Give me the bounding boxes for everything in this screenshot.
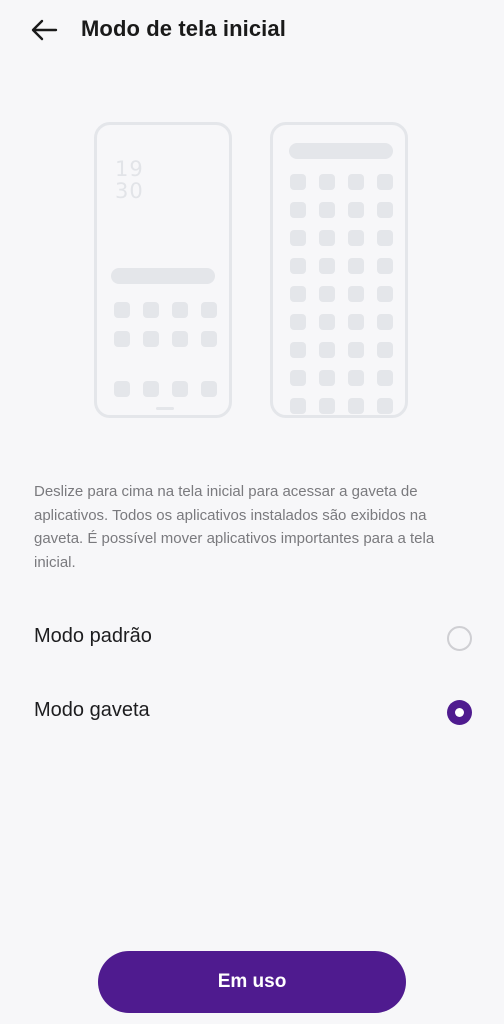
option-label: Modo padrão	[34, 625, 152, 647]
app-icon-placeholder	[377, 286, 393, 302]
app-icon-placeholder	[377, 314, 393, 330]
app-icon-placeholder	[348, 342, 364, 358]
app-icon-placeholder	[377, 342, 393, 358]
option-default-mode[interactable]: Modo padrão	[0, 610, 504, 666]
app-icon-placeholder	[114, 302, 130, 318]
app-icon-placeholder	[319, 286, 335, 302]
search-bar-placeholder	[289, 143, 393, 159]
app-icon-grid	[114, 302, 217, 347]
app-icon-placeholder	[377, 230, 393, 246]
option-drawer-mode[interactable]: Modo gaveta	[0, 684, 504, 740]
mode-description: Deslize para cima na tela inicial para a…	[34, 483, 435, 571]
search-bar-placeholder	[111, 268, 215, 284]
app-icon-placeholder	[319, 370, 335, 386]
app-icon-placeholder	[377, 202, 393, 218]
app-icon-placeholder	[201, 331, 217, 347]
clock-hour: 19	[115, 157, 144, 181]
app-icon-placeholder	[172, 331, 188, 347]
app-icon-placeholder	[319, 398, 335, 414]
app-icon-placeholder	[290, 398, 306, 414]
app-icon-placeholder	[348, 202, 364, 218]
app-icon-placeholder	[319, 230, 335, 246]
app-icon-placeholder	[290, 342, 306, 358]
app-icon-placeholder	[290, 174, 306, 190]
app-drawer-grid	[290, 174, 393, 414]
app-icon-placeholder	[348, 398, 364, 414]
in-use-button[interactable]: Em uso	[98, 951, 406, 1013]
app-icon-placeholder	[319, 174, 335, 190]
app-icon-placeholder	[172, 381, 188, 397]
app-icon-placeholder	[114, 331, 130, 347]
option-label: Modo gaveta	[34, 699, 150, 721]
app-icon-placeholder	[143, 381, 159, 397]
app-icon-placeholder	[290, 370, 306, 386]
app-icon-placeholder	[143, 331, 159, 347]
app-icon-placeholder	[290, 314, 306, 330]
app-icon-placeholder	[377, 258, 393, 274]
app-icon-placeholder	[377, 370, 393, 386]
app-icon-placeholder	[348, 230, 364, 246]
app-icon-placeholder	[319, 202, 335, 218]
default-mode-phone-illustration: 19 30	[94, 122, 232, 418]
app-icon-placeholder	[377, 398, 393, 414]
app-icon-placeholder	[348, 174, 364, 190]
app-icon-placeholder	[172, 302, 188, 318]
top-app-bar: Modo de tela inicial	[0, 0, 504, 60]
app-icon-placeholder	[348, 370, 364, 386]
drawer-mode-phone-illustration	[270, 122, 408, 418]
app-icon-placeholder	[290, 202, 306, 218]
app-icon-placeholder	[114, 381, 130, 397]
arrow-left-icon	[31, 19, 58, 41]
back-button[interactable]	[26, 12, 62, 48]
app-icon-placeholder	[201, 381, 217, 397]
app-icon-placeholder	[319, 314, 335, 330]
page-title: Modo de tela inicial	[81, 16, 286, 41]
app-icon-placeholder	[348, 258, 364, 274]
radio-selected[interactable]	[447, 700, 472, 725]
app-icon-placeholder	[348, 286, 364, 302]
radio-unselected[interactable]	[447, 626, 472, 651]
home-screen-illustration: 19 30	[0, 118, 504, 424]
app-icon-placeholder	[319, 258, 335, 274]
app-icon-placeholder	[319, 342, 335, 358]
home-indicator	[156, 407, 174, 410]
app-icon-placeholder	[201, 302, 217, 318]
app-icon-placeholder	[290, 258, 306, 274]
app-icon-placeholder	[348, 314, 364, 330]
app-icon-placeholder	[290, 230, 306, 246]
app-icon-placeholder	[377, 174, 393, 190]
app-icon-placeholder	[290, 286, 306, 302]
clock-display: 19 30	[115, 158, 144, 202]
app-icon-placeholder	[143, 302, 159, 318]
clock-minute: 30	[115, 179, 144, 203]
dock-icon-row	[114, 381, 217, 397]
